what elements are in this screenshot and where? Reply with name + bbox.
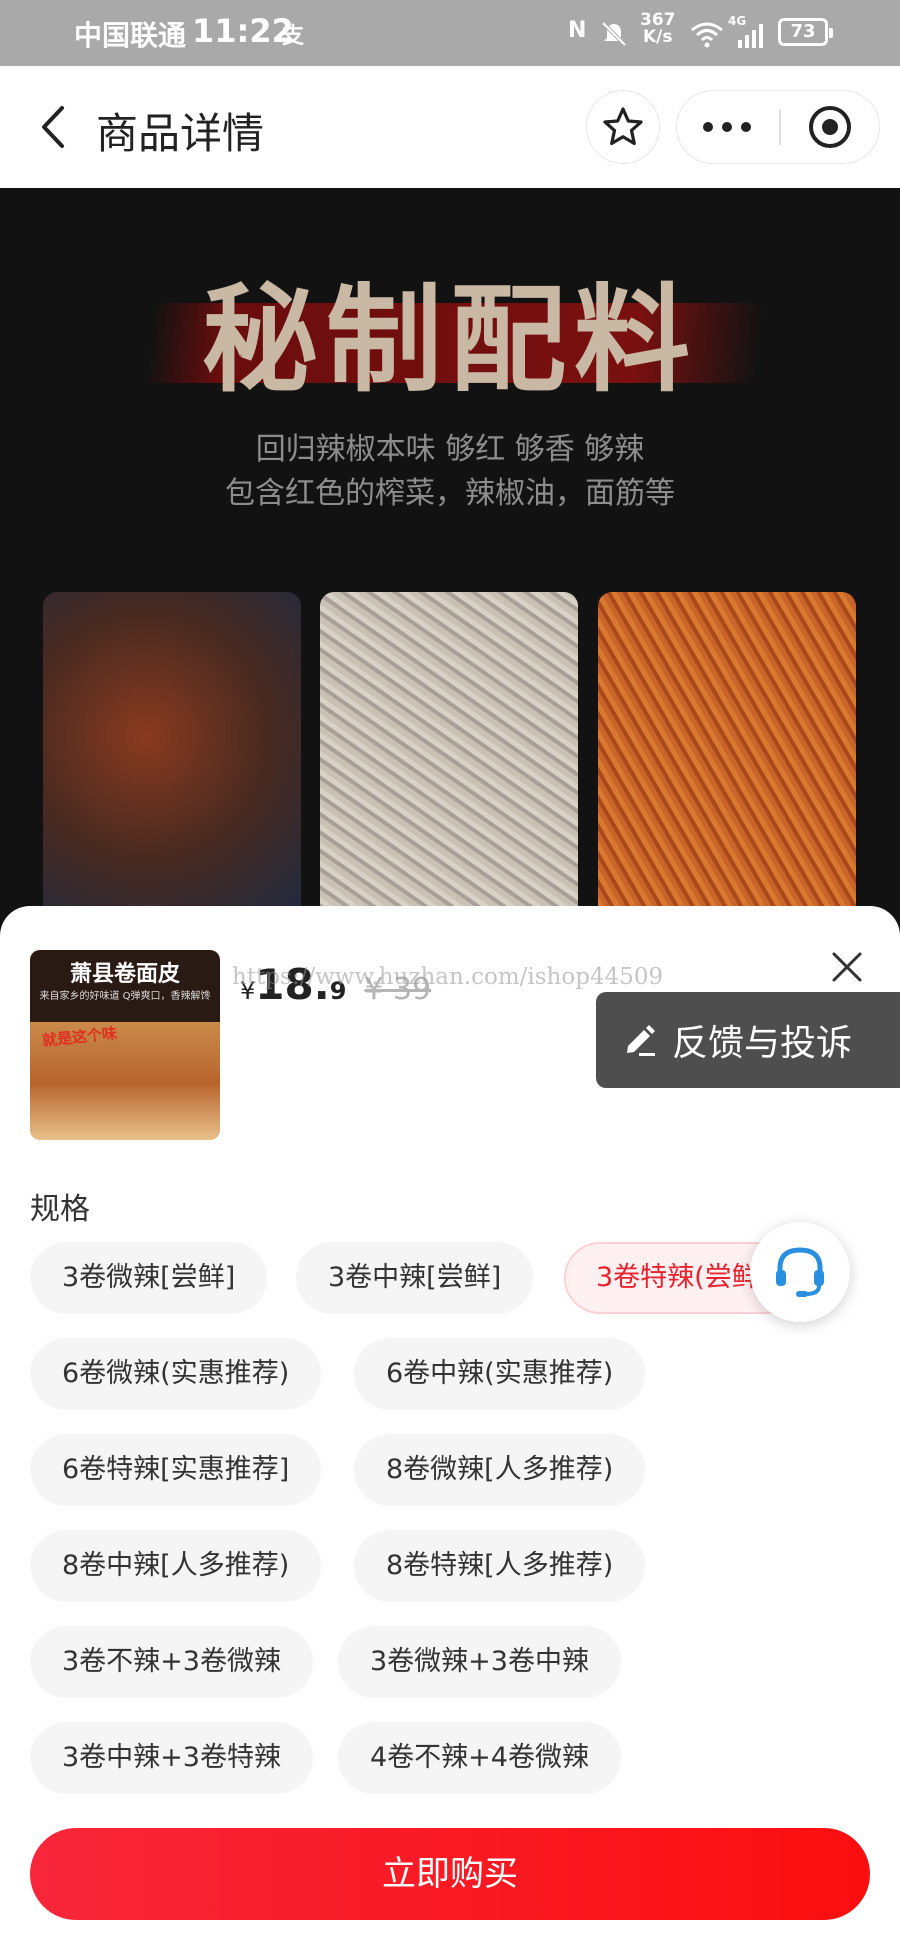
spec-option-8-extra-hot-group[interactable]: 8卷特辣[人多推荐) bbox=[354, 1530, 646, 1602]
close-icon[interactable] bbox=[826, 946, 868, 988]
watermark-text: https://www.huzhan.com/ishop44509 bbox=[232, 964, 664, 990]
edit-pencil-icon bbox=[627, 1025, 655, 1056]
clock: 11:22 bbox=[192, 12, 294, 50]
thumbnail-tag: 就是这个味 bbox=[41, 1024, 118, 1050]
product-banner-image: 秘制配料 回归辣椒本味 够红 够香 够辣 包含红色的榨菜，辣椒油，面筋等 bbox=[0, 188, 900, 948]
more-dots-icon bbox=[703, 122, 751, 132]
bottom-action-bar: 立即购买 bbox=[0, 1800, 900, 1950]
network-speed-unit: K/s bbox=[642, 27, 673, 47]
network-speed: 367 K/s bbox=[640, 12, 676, 46]
wifi-icon bbox=[691, 22, 723, 48]
headset-icon bbox=[776, 1247, 824, 1297]
pickled-mustard-photo bbox=[598, 592, 856, 948]
spec-option-6-medium-value[interactable]: 6卷中辣(实惠推荐) bbox=[354, 1338, 646, 1410]
spec-option-3-medium-3-extra-hot[interactable]: 3卷中辣+3卷特辣 bbox=[30, 1722, 313, 1794]
spec-option-3-none-3-mild[interactable]: 3卷不辣+3卷微辣 bbox=[30, 1626, 313, 1698]
spec-selection-sheet: 萧县卷面皮 来自家乡的好味道 Q弹爽口，香辣解馋 就是这个味 ¥18.9 ¥ 39… bbox=[0, 906, 900, 1950]
spec-option-3-medium-trial[interactable]: 3卷中辣[尝鲜] bbox=[296, 1242, 534, 1314]
spec-option-8-medium-group[interactable]: 8卷中辣[人多推荐) bbox=[30, 1530, 322, 1602]
spec-section-label: 规格 bbox=[30, 1192, 90, 1227]
spec-option-3-mild-trial[interactable]: 3卷微辣[尝鲜] bbox=[30, 1242, 268, 1314]
nav-header: 商品详情 bbox=[0, 66, 900, 188]
spec-option-8-mild-group[interactable]: 8卷微辣[人多推荐) bbox=[354, 1434, 646, 1506]
nfc-icon: N bbox=[568, 18, 587, 43]
banner-subtitle-line1: 回归辣椒本味 够红 够香 够辣 bbox=[255, 432, 645, 467]
spec-option-6-extra-hot-value[interactable]: 6卷特辣[实惠推荐] bbox=[30, 1434, 322, 1506]
battery-icon: 73 bbox=[778, 18, 833, 46]
mini-program-capsule bbox=[676, 90, 880, 164]
back-arrow-icon[interactable] bbox=[32, 104, 78, 150]
page-title: 商品详情 bbox=[96, 109, 265, 158]
chili-oil-photo bbox=[43, 592, 301, 948]
mute-bell-icon bbox=[601, 21, 627, 47]
spec-option-3-mild-3-medium[interactable]: 3卷微辣+3卷中辣 bbox=[338, 1626, 621, 1698]
close-mini-program-button[interactable] bbox=[781, 91, 879, 163]
status-bar: 中国联通 11:22 支 N 367 K/s 4G 73 bbox=[0, 0, 900, 66]
buy-now-button[interactable]: 立即购买 bbox=[30, 1828, 870, 1920]
signal-icon bbox=[738, 24, 763, 48]
customer-service-button[interactable] bbox=[750, 1222, 850, 1322]
spec-option-6-mild-value[interactable]: 6卷微辣(实惠推荐) bbox=[30, 1338, 322, 1410]
target-circle-icon bbox=[809, 106, 851, 148]
feedback-label: 反馈与投诉 bbox=[672, 1023, 853, 1064]
gluten-photo bbox=[320, 592, 578, 948]
favorite-button[interactable] bbox=[586, 90, 660, 164]
spec-option-4-none-4-mild[interactable]: 4卷不辣+4卷微辣 bbox=[338, 1722, 621, 1794]
thumbnail-subtitle: 来自家乡的好味道 Q弹爽口，香辣解馋 bbox=[39, 991, 211, 1002]
product-thumbnail: 萧县卷面皮 来自家乡的好味道 Q弹爽口，香辣解馋 就是这个味 bbox=[30, 950, 220, 1140]
alipay-icon: 支 bbox=[282, 24, 305, 49]
carrier-label: 中国联通 bbox=[74, 19, 187, 52]
banner-title: 秘制配料 bbox=[202, 272, 698, 408]
thumbnail-title: 萧县卷面皮 bbox=[69, 961, 180, 987]
banner-subtitle-line2: 包含红色的榨菜，辣椒油，面筋等 bbox=[225, 476, 675, 511]
star-icon bbox=[603, 107, 643, 146]
more-button[interactable] bbox=[677, 91, 777, 163]
feedback-complaint-button[interactable]: 反馈与投诉 bbox=[596, 992, 900, 1088]
